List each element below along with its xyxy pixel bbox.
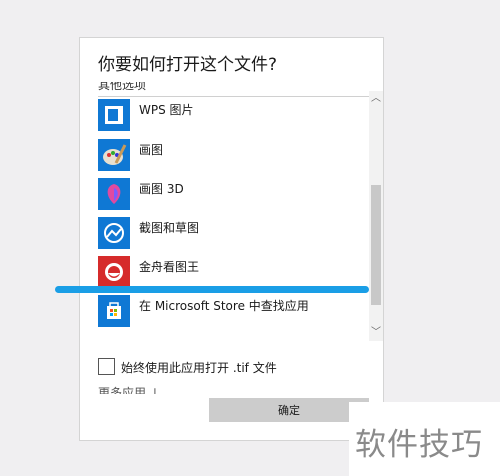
section-divider (98, 96, 369, 97)
section-label: 其他选项 (98, 82, 147, 92)
wps-picture-icon (98, 99, 130, 131)
paint3d-icon (98, 178, 130, 210)
open-with-dialog: 你要如何打开这个文件? 其他选项 WPS 图片 画图 画图 3D 截图和草图 金… (79, 37, 384, 441)
app-item-store[interactable]: 在 Microsoft Store 中查找应用 (98, 295, 368, 331)
app-item-wps-picture[interactable]: WPS 图片 (98, 99, 368, 135)
always-use-row[interactable]: 始终使用此应用打开 .tif 文件 (98, 358, 368, 378)
app-item-paint3d[interactable]: 画图 3D (98, 178, 368, 214)
app-list: 其他选项 WPS 图片 画图 画图 3D 截图和草图 金舟看图王 在 Micro… (80, 82, 369, 394)
store-icon (98, 295, 130, 327)
jinzhou-viewer-icon (98, 256, 130, 288)
app-item-snip-sketch[interactable]: 截图和草图 (98, 217, 368, 253)
app-label-snip-sketch: 截图和草图 (139, 221, 200, 235)
dialog-title: 你要如何打开这个文件? (98, 55, 278, 75)
watermark-text: 软件技巧 (355, 427, 483, 463)
app-label-store: 在 Microsoft Store 中查找应用 (139, 299, 309, 313)
snip-sketch-icon (98, 217, 130, 249)
app-label-jinzhou-viewer: 金舟看图王 (139, 260, 200, 274)
list-scrollbar[interactable]: ︿ ﹀ (369, 91, 383, 341)
annotation-highlight-bar (55, 286, 369, 293)
scroll-down-icon[interactable]: ﹀ (369, 325, 383, 341)
app-label-wps-picture: WPS 图片 (139, 103, 194, 117)
ok-button[interactable]: 确定 (209, 398, 369, 422)
app-label-paint: 画图 (139, 143, 164, 157)
app-item-paint[interactable]: 画图 (98, 139, 368, 175)
more-apps-link[interactable]: 更多应用 ↓ (98, 384, 160, 394)
paint-icon (98, 139, 130, 171)
scroll-thumb[interactable] (371, 185, 381, 305)
always-use-label: 始终使用此应用打开 .tif 文件 (121, 361, 277, 375)
app-label-paint3d: 画图 3D (139, 182, 184, 196)
always-use-checkbox[interactable] (98, 358, 115, 375)
watermark: 软件技巧 (349, 402, 500, 476)
scroll-up-icon[interactable]: ︿ (369, 91, 383, 107)
